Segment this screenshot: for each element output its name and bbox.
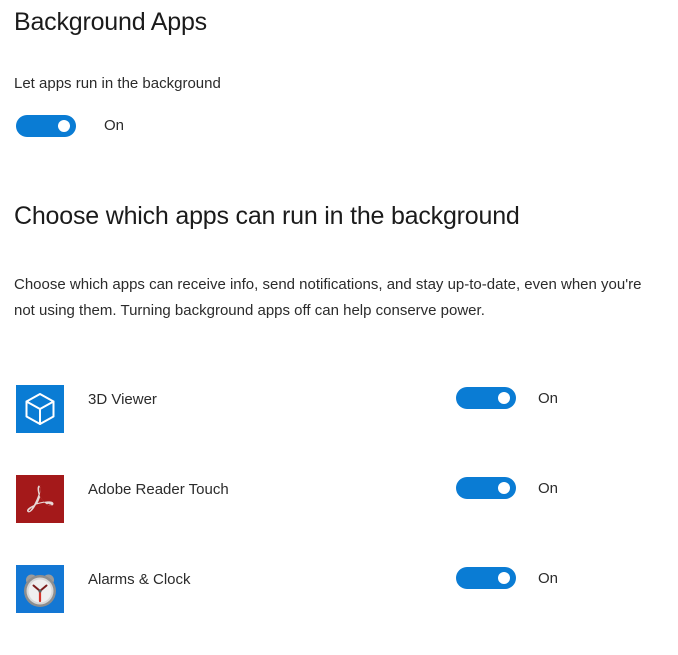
toggle-knob: [498, 482, 510, 494]
app-toggle-state: On: [538, 389, 559, 407]
app-name: Adobe Reader Touch: [88, 480, 229, 498]
toggle-knob: [498, 392, 510, 404]
app-list-item: Alarms & Clock On: [0, 565, 678, 655]
app-list-item: 3D Viewer On: [0, 385, 678, 475]
app-toggle-wrapper: [456, 567, 516, 589]
page-title: Background Apps: [14, 8, 207, 36]
app-toggle-wrapper: [456, 387, 516, 409]
background-apps-list: 3D Viewer On Adobe Reader Touch On Alarm…: [0, 385, 678, 655]
app-list-item: Adobe Reader Touch On: [0, 475, 678, 565]
app-background-toggle[interactable]: [456, 567, 516, 589]
toggle-knob: [498, 572, 510, 584]
app-toggle-state: On: [538, 569, 559, 587]
alarm-clock-icon: [16, 565, 64, 613]
section-description: Choose which apps can receive info, send…: [14, 276, 642, 319]
adobe-acrobat-icon: [16, 475, 64, 523]
master-background-apps-toggle[interactable]: [16, 115, 76, 137]
master-toggle-label: Let apps run in the background: [14, 75, 221, 92]
toggle-knob: [58, 120, 70, 132]
app-background-toggle[interactable]: [456, 387, 516, 409]
app-toggle-wrapper: [456, 477, 516, 499]
cube-icon: [16, 385, 64, 433]
app-name: Alarms & Clock: [88, 570, 191, 588]
app-background-toggle[interactable]: [456, 477, 516, 499]
master-toggle-row: On: [16, 115, 124, 137]
app-name: 3D Viewer: [88, 390, 157, 408]
section-heading: Choose which apps can run in the backgro…: [14, 202, 520, 230]
app-toggle-state: On: [538, 479, 559, 497]
master-toggle-state: On: [104, 117, 125, 134]
